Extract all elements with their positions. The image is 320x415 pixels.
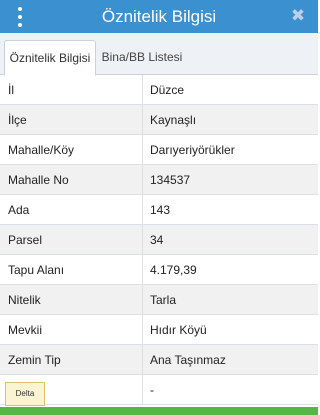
attribute-value: Tarla: [150, 293, 177, 307]
attribute-key: İlçe: [0, 105, 143, 135]
table-row: Tapu Alanı 4.179,39: [0, 255, 318, 285]
agency-logo: Delta: [5, 382, 45, 406]
tab-oznitelik-bilgisi[interactable]: Öznitelik Bilgisi: [4, 40, 96, 76]
table-row: Mevkii Hıdır Köyü: [0, 315, 318, 345]
table-row: -: [0, 375, 318, 405]
attribute-key: Ada: [0, 195, 143, 225]
table-row: Parsel 34: [0, 225, 318, 255]
bottom-bar: [0, 407, 318, 415]
header-bar: Öznitelik Bilgisi ✖: [0, 0, 318, 33]
attribute-value: Kaynaşlı: [150, 113, 197, 127]
table-row: İl Düzce: [0, 75, 318, 105]
table-row: Mahalle No 134537: [0, 165, 318, 195]
attribute-value: Düzce: [150, 83, 185, 97]
table-row: Mahalle/Köy Darıyeriyörükler: [0, 135, 318, 165]
attribute-key: Mevkii: [0, 315, 143, 345]
tab-bina-bb-listesi[interactable]: Bina/BB Listesi: [96, 40, 188, 76]
attribute-value: Hıdır Köyü: [150, 323, 207, 337]
attribute-key: İl: [0, 75, 143, 105]
attribute-table: İl Düzce İlçe Kaynaşlı Mahalle/Köy Darıy…: [0, 75, 318, 405]
tab-bar: Öznitelik Bilgisi Bina/BB Listesi: [0, 33, 318, 76]
attribute-value: 143: [150, 203, 171, 217]
page-title: Öznitelik Bilgisi: [101, 7, 217, 26]
vertical-dots-icon[interactable]: [14, 7, 26, 27]
table-row: Nitelik Tarla: [0, 285, 318, 315]
attribute-key: Nitelik: [0, 285, 143, 315]
attribute-key: Parsel: [0, 225, 143, 255]
attribute-value: 34: [150, 233, 164, 247]
attribute-value: Ana Taşınmaz: [150, 353, 226, 367]
attribute-key: Tapu Alanı: [0, 255, 143, 285]
attribute-key: Mahalle/Köy: [0, 135, 143, 165]
attribute-key: Zemin Tip: [0, 345, 143, 375]
attribute-key: Mahalle No: [0, 165, 143, 195]
table-row: İlçe Kaynaşlı: [0, 105, 318, 135]
attribute-value: -: [150, 383, 154, 397]
attribute-value: 134537: [150, 173, 191, 187]
table-row: Ada 143: [0, 195, 318, 225]
table-row: Zemin Tip Ana Taşınmaz: [0, 345, 318, 375]
close-icon[interactable]: ✖: [290, 5, 306, 27]
attribute-value: 4.179,39: [150, 263, 197, 277]
attribute-value: Darıyeriyörükler: [150, 143, 235, 157]
